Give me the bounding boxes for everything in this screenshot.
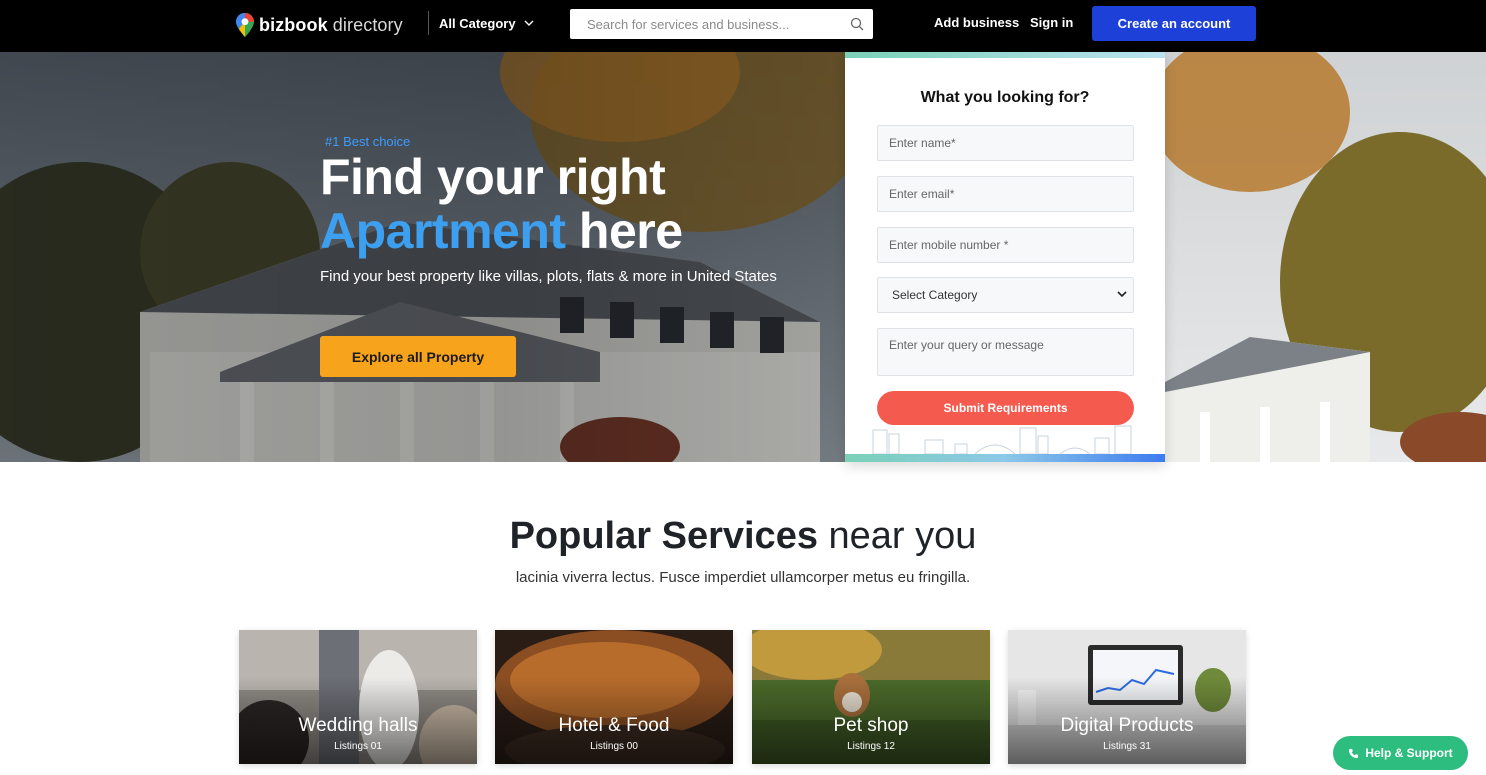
name-field[interactable] <box>877 125 1134 161</box>
help-support-label: Help & Support <box>1365 746 1453 760</box>
card-title: Digital Products <box>1060 715 1194 736</box>
email-field[interactable] <box>877 176 1134 212</box>
hero-subtitle: Find your best property like villas, plo… <box>320 268 777 285</box>
help-support-button[interactable]: Help & Support <box>1333 736 1468 770</box>
hero-title: Find your right Apartment here <box>320 150 840 258</box>
city-skyline-decoration <box>872 425 1132 454</box>
services-heading: Popular Services near you <box>0 515 1486 558</box>
sign-in-link[interactable]: Sign in <box>1030 15 1073 30</box>
form-title: What you looking for? <box>920 89 1090 106</box>
card-title: Wedding halls <box>298 715 418 736</box>
service-card-hotel-food[interactable]: Hotel & Food Listings 00 <box>495 630 733 764</box>
all-category-label: All Category <box>439 15 516 31</box>
chevron-down-icon <box>524 20 534 26</box>
hero-title-line1: Find your right <box>320 149 666 205</box>
services-heading-bold: Popular Services <box>509 515 818 557</box>
card-title: Pet shop <box>833 715 909 736</box>
card-listings-count: Listings 12 <box>847 741 895 752</box>
services-heading-light: near you <box>817 515 977 557</box>
search-input[interactable] <box>570 9 873 39</box>
service-card-digital-products[interactable]: Digital Products Listings 31 <box>1008 630 1246 764</box>
add-business-link[interactable]: Add business <box>934 15 1019 30</box>
service-card-wedding-halls[interactable]: Wedding halls Listings 01 <box>239 630 477 764</box>
search-box <box>570 9 873 39</box>
form-bottom-strip <box>845 454 1165 462</box>
phone-icon <box>1349 748 1359 758</box>
nav-divider <box>428 11 429 35</box>
hero-title-highlight: Apartment <box>320 203 566 259</box>
requirement-form-card: What you looking for? Select Category Su… <box>845 52 1165 462</box>
services-subtitle: lacinia viverra lectus. Fusce imperdiet … <box>515 569 971 586</box>
form-top-strip <box>845 52 1165 58</box>
card-listings-count: Listings 31 <box>1103 741 1151 752</box>
card-listings-count: Listings 00 <box>590 741 638 752</box>
card-listings-count: Listings 01 <box>334 741 382 752</box>
map-pin-logo-icon <box>236 13 254 37</box>
all-category-dropdown[interactable]: All Category <box>439 13 534 33</box>
explore-property-button[interactable]: Explore all Property <box>320 336 516 377</box>
card-title: Hotel & Food <box>558 715 670 736</box>
message-field[interactable] <box>877 328 1134 376</box>
hero-title-rest: here <box>565 203 683 259</box>
top-navbar: bizbook directory All Category Add busin… <box>0 0 1486 52</box>
hero-section: #1 Best choice Find your right Apartment… <box>0 52 1486 462</box>
logo-text: bizbook directory <box>259 14 403 35</box>
site-logo[interactable]: bizbook directory <box>235 11 403 39</box>
search-icon[interactable] <box>850 17 864 31</box>
category-select[interactable]: Select Category <box>877 277 1134 313</box>
create-account-button[interactable]: Create an account <box>1092 6 1256 41</box>
best-choice-badge: #1 Best choice <box>325 134 411 149</box>
mobile-field[interactable] <box>877 227 1134 263</box>
submit-requirements-button[interactable]: Submit Requirements <box>877 391 1134 425</box>
service-card-pet-shop[interactable]: Pet shop Listings 12 <box>752 630 990 764</box>
